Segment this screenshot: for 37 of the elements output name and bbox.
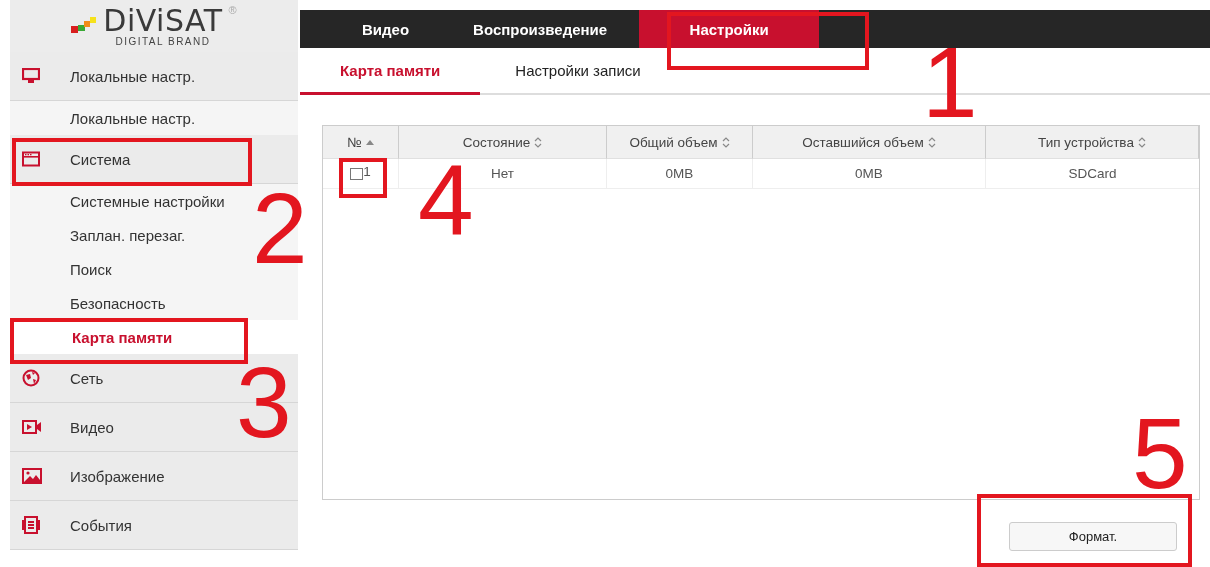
logo-tagline: DIGITAL BRAND	[115, 36, 211, 47]
table-cell: Нет	[491, 166, 514, 181]
document-icon	[22, 516, 40, 534]
annotation-number: 5	[1132, 403, 1188, 503]
image-icon	[22, 468, 42, 484]
logo-squares-icon	[71, 17, 98, 35]
sidebar-subitem[interactable]: Безопасность	[10, 286, 298, 320]
sort-icon	[534, 136, 543, 148]
table-cell: SDCard	[1068, 166, 1117, 181]
annotation-number: 4	[418, 150, 474, 250]
format-button[interactable]: Формат.	[1009, 522, 1177, 551]
sub-tab[interactable]: Настройки записи	[480, 48, 676, 95]
sort-icon	[927, 136, 936, 148]
column-header[interactable]: №	[347, 134, 362, 150]
table-cell: 0MB	[665, 166, 694, 181]
sub-tab[interactable]: Карта памяти	[300, 48, 481, 95]
registered-mark: ®	[228, 4, 237, 16]
sort-ascending-icon	[365, 139, 374, 145]
row-number: 1	[363, 164, 371, 179]
annotation-frame	[339, 158, 387, 198]
annotation-number: 1	[922, 32, 978, 132]
window-icon	[22, 151, 40, 167]
sidebar-item[interactable]: Локальные настр.	[10, 52, 298, 101]
sort-icon	[721, 136, 730, 148]
logo-name: DiViSAT	[103, 5, 223, 36]
sidebar-item[interactable]: События	[10, 501, 298, 550]
column-header[interactable]: Состояние	[462, 134, 531, 150]
table-cell: 0MB	[855, 166, 883, 181]
sort-icon	[1137, 136, 1146, 148]
monitor-icon	[22, 68, 40, 84]
video-camera-icon	[22, 420, 42, 434]
row-checkbox[interactable]	[350, 167, 364, 180]
nav-tab[interactable]: Воспроизведение	[441, 10, 640, 48]
globe-icon	[22, 369, 40, 387]
nav-tab[interactable]: Видео	[330, 10, 442, 48]
sidebar-item[interactable]: Изображение	[10, 452, 298, 501]
sidebar-subitem[interactable]: Локальные настр.	[10, 101, 298, 135]
